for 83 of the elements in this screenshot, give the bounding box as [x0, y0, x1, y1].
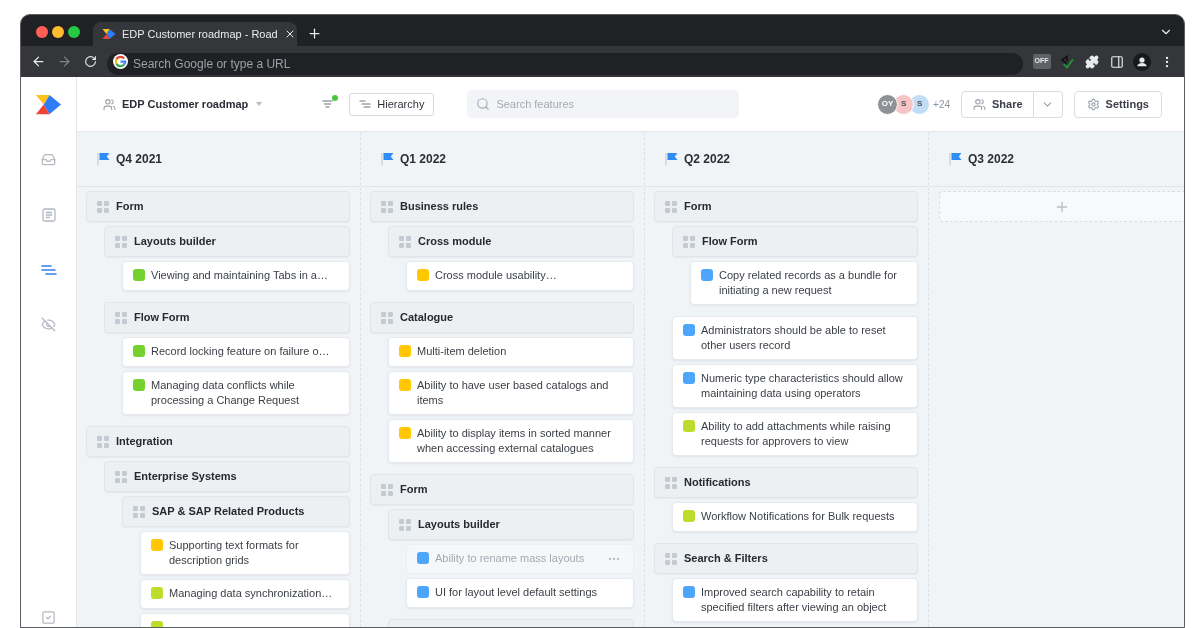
- feature-card[interactable]: Ability to have user based catalogs and items: [388, 371, 634, 415]
- feature-card[interactable]: Managing data conflicts while processing a Change Request: [122, 371, 350, 415]
- column-title: Q4 2021: [116, 151, 163, 168]
- feature-card[interactable]: Supporting text formats for description grids: [140, 531, 350, 575]
- feature-card[interactable]: Multi-item deletion: [388, 337, 634, 367]
- grid-icon: [665, 476, 677, 489]
- avatar[interactable]: S: [909, 93, 931, 115]
- grid-icon: [115, 470, 127, 483]
- group-header[interactable]: Layouts builder: [104, 226, 350, 257]
- back-arrow-icon[interactable]: [30, 54, 46, 69]
- profile-icon[interactable]: [1132, 52, 1151, 71]
- group-header[interactable]: SAP & SAP Related Products: [122, 496, 350, 527]
- flag-icon: [949, 152, 962, 166]
- code-check-icon[interactable]: [1059, 54, 1074, 69]
- minimize-window-icon[interactable]: [52, 26, 64, 38]
- group-header[interactable]: Notifications: [654, 467, 918, 498]
- search-field[interactable]: Search features: [467, 90, 740, 118]
- plus-icon[interactable]: [307, 26, 322, 41]
- grid-icon: [665, 200, 677, 213]
- feature-card[interactable]: Improved search capability to retain specified filters after viewing an object: [672, 578, 918, 622]
- feature-card[interactable]: Numeric type characteristics should allow maintaining data using operators: [672, 364, 918, 408]
- grid-icon: [97, 200, 109, 213]
- people-icon: [103, 97, 116, 111]
- flag-icon: [381, 152, 394, 166]
- grid-icon: [381, 200, 393, 213]
- g-logo-icon: [113, 54, 128, 69]
- column-title: Q1 2022: [400, 151, 447, 168]
- maximize-window-icon[interactable]: [68, 26, 80, 38]
- feature-card[interactable]: Workflow Notifications for Bulk requests: [672, 502, 918, 532]
- group-header[interactable]: Flow Form: [104, 302, 350, 333]
- group-header[interactable]: Form: [654, 191, 918, 222]
- group-header[interactable]: Business rules: [370, 191, 634, 222]
- grid-icon: [683, 235, 695, 248]
- close-window-icon[interactable]: [36, 26, 48, 38]
- people-icon: [973, 97, 986, 111]
- grid-icon: [381, 311, 393, 324]
- group-header[interactable]: Flow Form: [672, 226, 918, 257]
- feature-card[interactable]: Record locking feature on failure o…: [122, 337, 350, 367]
- grid-icon: [97, 435, 109, 448]
- side-panel-icon[interactable]: [1109, 54, 1124, 69]
- flag-icon: [665, 152, 678, 166]
- settings-button[interactable]: Settings: [1073, 90, 1162, 118]
- feature-card[interactable]: Copy related records as a bundle for initiating a new request: [690, 261, 918, 305]
- grid-icon: [399, 518, 411, 531]
- feature-card[interactable]: Viewing and maintaining Tabs in a…: [122, 261, 350, 291]
- hierarchy-icon: [359, 99, 372, 109]
- share-button[interactable]: Share: [961, 90, 1034, 118]
- group-header[interactable]: Search & Filters: [654, 543, 918, 574]
- puzzle-icon[interactable]: [1084, 54, 1099, 69]
- group-header[interactable]: Cross module: [388, 226, 634, 257]
- list-icon[interactable]: [40, 262, 57, 277]
- group-header[interactable]: Enterprise Systems: [104, 461, 350, 492]
- flag-icon: [97, 152, 110, 166]
- reload-icon[interactable]: [83, 55, 97, 68]
- group-header[interactable]: Layouts builder: [388, 509, 634, 540]
- app-logo-icon: [102, 28, 116, 40]
- app-logo-icon: [35, 92, 62, 117]
- feature-card[interactable]: Administrators should be able to reset other users record: [672, 316, 918, 360]
- feature-card[interactable]: Managing data synchronization…: [140, 579, 350, 609]
- grid-icon: [115, 311, 127, 324]
- grid-icon: [115, 235, 127, 248]
- roadmap-title[interactable]: EDP Customer roadmap: [122, 95, 249, 113]
- address-bar[interactable]: Search Google or type a URL: [107, 52, 1023, 75]
- feature-card[interactable]: Ability to add attachments while raising requests for approvers to view: [672, 412, 918, 456]
- group-header[interactable]: Catalogue: [370, 302, 634, 333]
- feature-card[interactable]: Cross module usability…: [406, 261, 634, 291]
- grid-icon: [133, 505, 145, 518]
- group-header[interactable]: Form: [370, 474, 634, 505]
- column-title: Q2 2022: [684, 151, 731, 168]
- browser-tab[interactable]: EDP Customer roadmap - Road: [93, 22, 297, 46]
- grid-icon: [665, 552, 677, 565]
- column-title: Q3 2022: [968, 151, 1015, 168]
- grid-icon: [381, 483, 393, 496]
- feature-card[interactable]: UI for layout level default settings: [406, 578, 634, 608]
- grid-icon: [399, 235, 411, 248]
- settings-icon: [1086, 97, 1100, 111]
- forward-arrow-icon[interactable]: [56, 54, 72, 69]
- hierarchy-button[interactable]: Hierarchy: [349, 92, 435, 116]
- checkbox-icon[interactable]: [41, 609, 56, 625]
- feature-card[interactable]: Ability to display items in sorted manner when accessing external catalogues: [388, 419, 634, 463]
- group-header[interactable]: Integration: [86, 426, 350, 457]
- search-icon: [476, 97, 491, 111]
- group-header[interactable]: Form: [86, 191, 350, 222]
